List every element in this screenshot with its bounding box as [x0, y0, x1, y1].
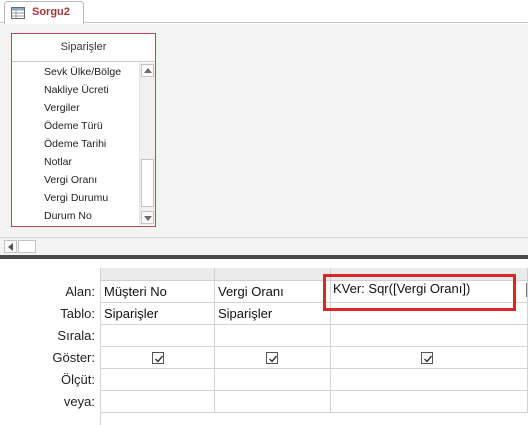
field-item[interactable]: Ödeme Tarihi [12, 135, 139, 153]
checkmark-icon [424, 355, 433, 363]
field-item[interactable]: Nakliye Ücreti [12, 81, 139, 99]
checkmark-icon [155, 355, 164, 363]
table-pane-horizontal-scrollbar[interactable] [0, 237, 528, 255]
field-item[interactable]: Vergiler [12, 99, 139, 117]
field-item[interactable]: Durum No [12, 207, 139, 225]
column-selector[interactable] [100, 268, 215, 281]
field-cell[interactable]: Müşteri No [101, 281, 215, 303]
show-checkbox[interactable] [421, 352, 433, 364]
row-label-table: Tablo: [60, 306, 95, 321]
field-dropdown-edge [526, 283, 527, 297]
checkmark-icon [269, 355, 278, 363]
row-label-criteria: Ölçüt: [61, 372, 95, 387]
scrollbar-thumb[interactable] [141, 159, 154, 207]
sort-cell[interactable] [101, 325, 215, 347]
query-icon [11, 7, 25, 19]
sort-cell[interactable] [331, 325, 528, 347]
or-cell[interactable] [215, 391, 331, 413]
field-item[interactable]: Sevk Ülke/Bölge [12, 63, 139, 81]
show-checkbox[interactable] [152, 352, 164, 364]
row-label-sort: Sırala: [57, 328, 95, 343]
chevron-down-icon [144, 216, 152, 221]
or-cell[interactable] [101, 391, 215, 413]
chevron-up-icon [144, 68, 152, 73]
show-cell [215, 347, 331, 369]
table-title[interactable]: Siparişler [12, 34, 155, 62]
row-label-field: Alan: [65, 284, 95, 299]
field-list-scrollbar[interactable] [139, 63, 155, 225]
row-label-or: veya: [63, 394, 95, 409]
scroll-left-button[interactable] [4, 240, 17, 253]
table-cell[interactable]: Siparişler [101, 303, 215, 325]
table-cell[interactable]: Siparişler [215, 303, 331, 325]
field-item[interactable]: Ödeme Türü [12, 117, 139, 135]
or-cell[interactable] [331, 391, 528, 413]
tab-query[interactable]: Sorgu2 [4, 1, 84, 24]
show-checkbox[interactable] [266, 352, 278, 364]
sort-cell[interactable] [215, 325, 331, 347]
query-design-grid: Alan: Tablo: Sırala: Göster: Ölçüt: veya… [0, 259, 528, 425]
field-item[interactable]: Vergi Durumu [12, 189, 139, 207]
field-list: Sevk Ülke/Bölge Nakliye Ücreti Vergiler … [12, 63, 139, 225]
criteria-cell[interactable] [101, 369, 215, 391]
field-item[interactable]: Vergi Oranı [12, 171, 139, 189]
highlight-box [323, 274, 516, 311]
show-cell [331, 347, 528, 369]
row-label-show: Göster: [52, 350, 95, 365]
criteria-cell[interactable] [215, 369, 331, 391]
horizontal-scrollbar-thumb[interactable] [18, 240, 36, 253]
show-cell [101, 347, 215, 369]
scroll-up-button[interactable] [141, 64, 154, 77]
column-selector[interactable] [215, 268, 331, 281]
table-pane: Siparişler Sevk Ülke/Bölge Nakliye Ücret… [0, 24, 528, 237]
field-item[interactable]: Notlar [12, 153, 139, 171]
field-cell[interactable]: Vergi Oranı [215, 281, 331, 303]
scroll-down-button[interactable] [141, 211, 154, 224]
criteria-cell[interactable] [331, 369, 528, 391]
tab-label: Sorgu2 [32, 6, 70, 18]
table-field-list-window[interactable]: Siparişler Sevk Ülke/Bölge Nakliye Ücret… [11, 33, 156, 227]
chevron-left-icon [8, 243, 13, 251]
document-tab-strip: Sorgu2 [0, 0, 528, 24]
